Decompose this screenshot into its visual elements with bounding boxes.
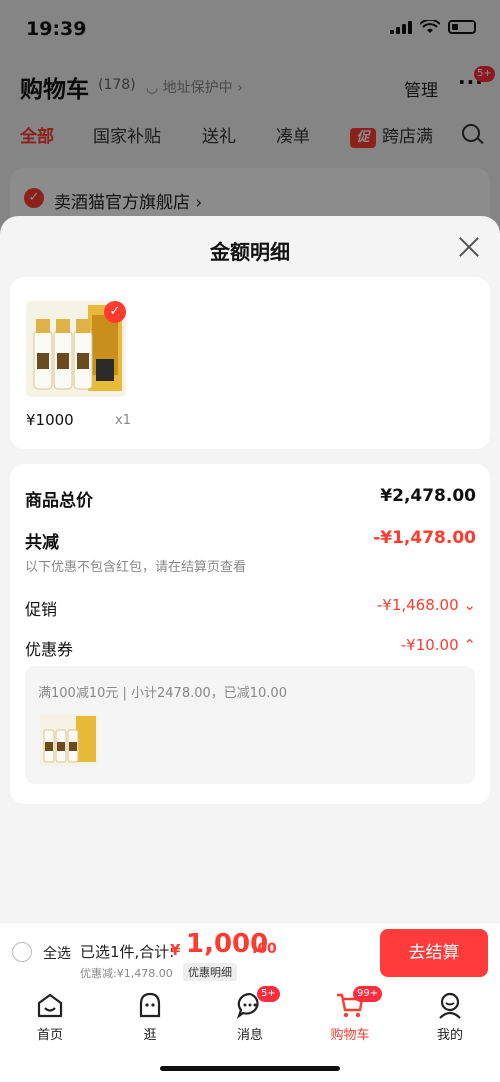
checkout-button[interactable]: 去结算 <box>380 929 488 977</box>
sheet-title: 金额明细 <box>210 240 290 264</box>
reduce-value: -¥1,478.00 <box>373 528 476 548</box>
promo-label: 促销 <box>25 600 58 619</box>
messages-badge: 5+ <box>257 986 280 1002</box>
tabbar-home[interactable]: 首页 <box>18 990 82 1043</box>
coupon-detail-box: 满100减10元 | 小计2478.00，已减10.00 <box>25 666 475 784</box>
select-all-radio[interactable] <box>12 942 32 962</box>
profile-icon <box>439 992 461 1019</box>
tabbar-browse[interactable]: 逛 <box>118 990 182 1043</box>
tabbar-browse-label: 逛 <box>143 1028 157 1043</box>
total-decimal: .00 <box>252 941 277 957</box>
tabbar-cart-label: 购物车 <box>330 1028 370 1043</box>
total-value: ¥2,478.00 <box>380 486 476 506</box>
promo-value[interactable]: -¥1,468.00 ⌄ <box>377 596 476 614</box>
browse-icon <box>139 992 161 1018</box>
saved-amount: 优惠减:¥1,478.00 <box>80 967 173 980</box>
tabbar-messages-label: 消息 <box>236 1028 263 1043</box>
cart-badge: 99+ <box>353 986 383 1002</box>
tabbar-messages[interactable]: 5+ 消息 <box>218 986 282 1043</box>
checkout-bar: 全选 已选1件,合计: ¥ 1,000 .00 优惠减:¥1,478.00 优惠… <box>0 922 500 984</box>
product-check-icon: ✓ <box>104 301 126 323</box>
close-icon[interactable] <box>458 236 480 258</box>
coupon-product-thumbnail <box>40 714 98 766</box>
coupon-description: 满100减10元 | 小计2478.00，已减10.00 <box>38 686 287 701</box>
product-quantity: x1 <box>115 413 131 428</box>
coupon-label: 优惠券 <box>25 640 74 659</box>
discount-detail-button[interactable]: 优惠明细 <box>183 963 237 981</box>
product-price: ¥1000 <box>26 411 74 429</box>
coupon-value[interactable]: -¥10.00 ⌃ <box>401 636 476 654</box>
chevron-up-icon: ⌃ <box>463 636 476 654</box>
tabbar-cart[interactable]: 99+ 购物车 <box>318 986 383 1043</box>
selected-summary: 已选1件,合计: <box>80 943 175 961</box>
tabbar-profile[interactable]: 我的 <box>418 990 482 1043</box>
total-label: 商品总价 <box>25 491 93 511</box>
price-detail-card: 商品总价 ¥2,478.00 共减 -¥1,478.00 以下优惠不包含红包，请… <box>10 464 490 804</box>
reduce-note: 以下优惠不包含红包，请在结算页查看 <box>25 560 247 575</box>
home-icon <box>37 993 63 1018</box>
reduce-label: 共减 <box>25 533 59 553</box>
product-card: ✓ ¥1000 x1 <box>10 277 490 449</box>
tabbar-home-label: 首页 <box>36 1028 63 1043</box>
chevron-down-icon: ⌄ <box>463 596 476 614</box>
total-currency: ¥ <box>170 941 181 959</box>
home-indicator <box>160 1066 340 1071</box>
select-all-label[interactable]: 全选 <box>43 943 71 963</box>
tabbar-profile-label: 我的 <box>436 1028 463 1043</box>
